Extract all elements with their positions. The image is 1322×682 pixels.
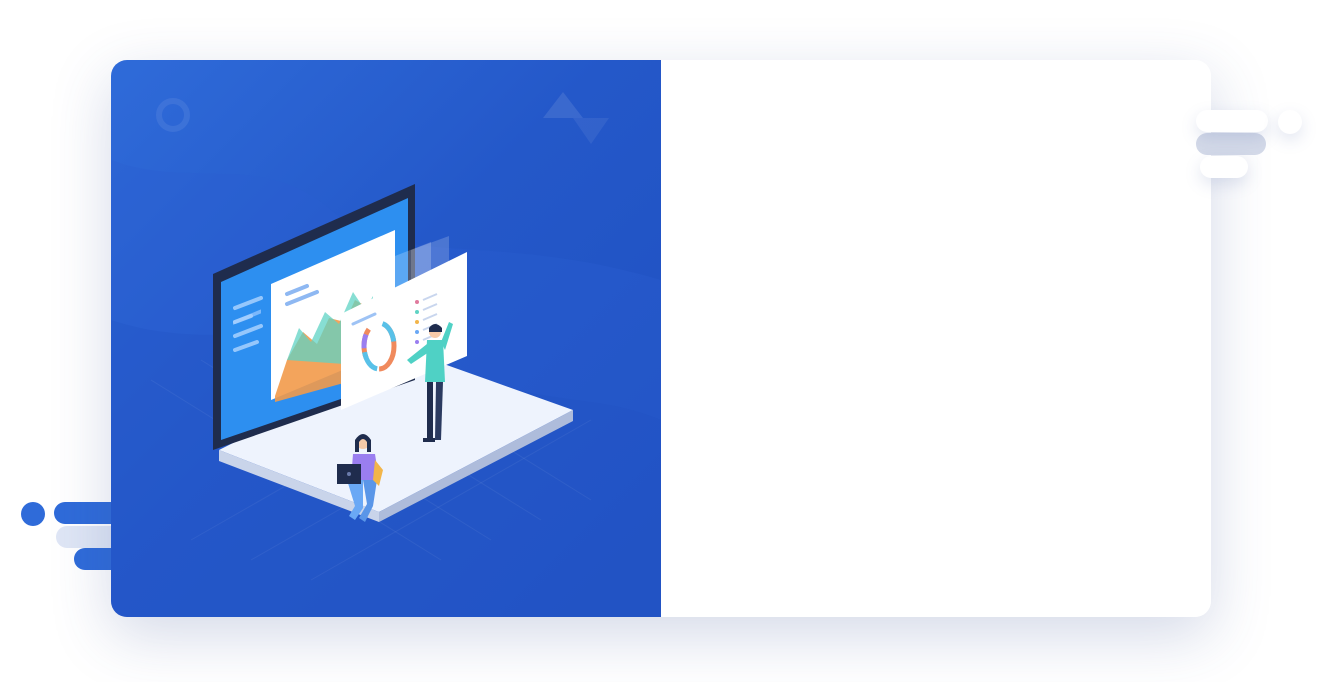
analytics-dashboard-illustration bbox=[111, 92, 661, 617]
decorative-line bbox=[1200, 156, 1248, 178]
decorative-line bbox=[1196, 133, 1266, 155]
decorative-line bbox=[1196, 110, 1268, 132]
login-card bbox=[111, 60, 1211, 617]
login-page bbox=[0, 0, 1322, 682]
decorative-dot bbox=[1278, 110, 1302, 134]
illustration-panel bbox=[111, 60, 661, 617]
triangle-icon bbox=[543, 92, 583, 118]
form-panel bbox=[661, 60, 1211, 617]
decorative-dot bbox=[21, 502, 45, 526]
ring-icon bbox=[156, 98, 190, 132]
